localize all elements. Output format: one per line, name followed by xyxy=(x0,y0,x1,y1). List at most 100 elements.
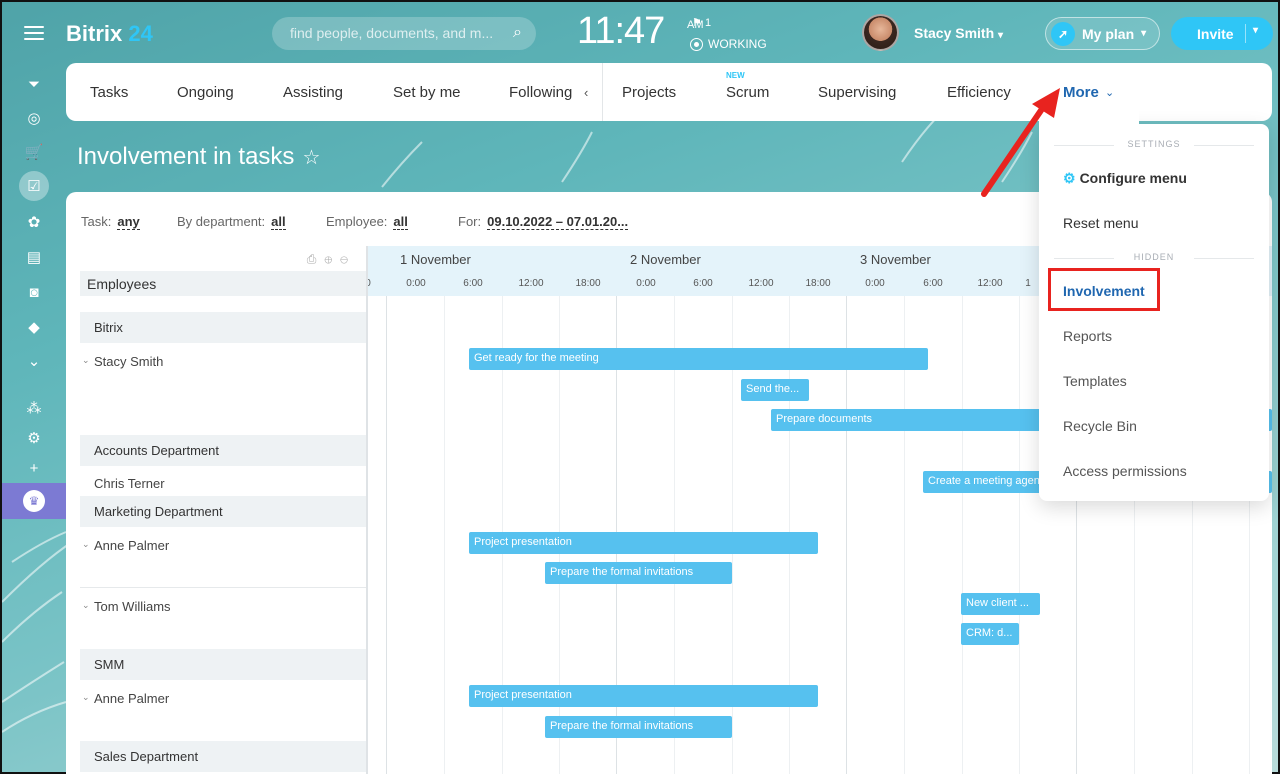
search-input[interactable]: find people, documents, and m... ⌕ xyxy=(272,17,536,50)
tab-ongoing[interactable]: Ongoing xyxy=(177,84,234,101)
employee-row[interactable]: ⌄ Anne Palmer xyxy=(80,691,169,706)
filter-task-value[interactable]: any xyxy=(117,214,140,230)
task-bar[interactable]: Prepare the formal invitations xyxy=(545,716,732,738)
menu-item-templates[interactable]: Templates xyxy=(1063,373,1127,389)
filter-employee[interactable]: Employee: all xyxy=(326,214,408,230)
department-row: Accounts Department xyxy=(80,435,366,466)
filter-period[interactable]: For: 09.10.2022 – 07.01.20... xyxy=(458,214,629,230)
menu-item-access-permissions[interactable]: Access permissions xyxy=(1063,463,1187,479)
clock-time: 11:47 xyxy=(577,10,665,52)
contact-card-icon[interactable]: ▤ xyxy=(22,245,46,269)
reset-menu-item[interactable]: Reset menu xyxy=(1063,215,1138,231)
sitemap-icon[interactable]: ⁂ xyxy=(22,396,46,420)
employee-row[interactable]: ⌄ Anne Palmer xyxy=(80,538,169,553)
left-rail: ⏷ ◎ 🛒 ☑ ✿ ▤ ◙ ◆ ⌄ ⁂ ⚙ + ♛ xyxy=(2,2,66,774)
task-bar[interactable]: Get ready for the meeting xyxy=(469,348,928,370)
more-menu-dropdown: SETTINGS ⚙ Configure menu Reset menu HIDD… xyxy=(1039,124,1269,501)
tab-scrum[interactable]: NEW Scrum xyxy=(726,71,770,101)
invite-button[interactable]: Invite ▾ xyxy=(1171,17,1273,50)
employee-row[interactable]: Chris Terner xyxy=(80,476,165,491)
employees-header: Employees xyxy=(80,271,366,296)
hamburger-menu-icon[interactable] xyxy=(24,26,44,44)
hidden-section-label: HIDDEN xyxy=(1039,252,1269,262)
chevron-down-icon[interactable]: ⌄ xyxy=(82,600,90,611)
more-apps-icon[interactable]: ⌄ xyxy=(22,349,46,373)
highlight-box xyxy=(1048,268,1160,311)
tab-scrum-label: Scrum xyxy=(726,84,770,101)
chevron-down-icon: ▾ xyxy=(998,30,1004,41)
chevron-left-icon[interactable]: ‹ xyxy=(584,85,588,100)
cart-icon[interactable]: 🛒 xyxy=(22,140,46,164)
page-title: Involvement in tasks ☆ xyxy=(77,143,320,171)
hour-label: 0:00 xyxy=(406,278,426,289)
employee-column: ⎙⊕⊖ Employees Bitrix ⌄ Stacy Smith Accoun… xyxy=(80,246,366,774)
rocket-icon: ➚ xyxy=(1051,21,1075,46)
menu-item-recycle-bin[interactable]: Recycle Bin xyxy=(1063,418,1137,434)
hour-label: 6:00 xyxy=(693,278,713,289)
hour-label: 0:00 xyxy=(636,278,656,289)
employee-name: Chris Terner xyxy=(94,476,165,491)
chevron-down-icon[interactable]: ▾ xyxy=(1253,25,1258,36)
plus-icon[interactable]: + xyxy=(22,456,46,480)
tasks-icon[interactable]: ☑ xyxy=(19,171,49,201)
upgrade-crown-button[interactable]: ♛ xyxy=(2,483,66,519)
my-plan-button[interactable]: ➚ My plan ▾ xyxy=(1045,17,1160,50)
filter-task[interactable]: Task: any xyxy=(81,214,140,230)
day-label: 2 November xyxy=(630,252,701,267)
my-plan-label: My plan xyxy=(1082,25,1135,42)
task-bar[interactable]: Project presentation xyxy=(469,532,818,554)
print-icon[interactable]: ⎙ xyxy=(307,252,325,266)
employee-row[interactable]: ⌄ Stacy Smith xyxy=(80,354,163,369)
avatar[interactable] xyxy=(862,14,899,51)
tab-set-by-me[interactable]: Set by me xyxy=(393,84,461,101)
tab-tasks[interactable]: Tasks xyxy=(90,84,128,101)
annotation-arrow xyxy=(981,88,1060,197)
tab-supervising[interactable]: Supervising xyxy=(818,84,896,101)
target-icon[interactable]: ◎ xyxy=(22,106,46,130)
work-status[interactable]: WORKING xyxy=(690,37,767,51)
chevron-down-icon[interactable]: ⌄ xyxy=(82,539,90,550)
clock[interactable]: 11:47 AM xyxy=(577,10,704,53)
filter-department-value[interactable]: all xyxy=(271,214,286,230)
filter-employee-value[interactable]: all xyxy=(393,214,408,230)
chevron-down-icon[interactable]: ⌄ xyxy=(82,355,90,366)
hour-label: 18:00 xyxy=(575,278,601,289)
search-icon: ⌕ xyxy=(513,24,522,41)
task-bar[interactable]: Send the... xyxy=(741,379,809,401)
logo[interactable]: Bitrix 24 xyxy=(66,21,153,47)
task-bar[interactable]: CRM: d... xyxy=(961,623,1019,645)
filter-employee-label: Employee: xyxy=(326,214,388,229)
star-icon[interactable]: ☆ xyxy=(302,147,320,169)
user-menu[interactable]: Stacy Smith ▾ xyxy=(914,25,1003,41)
crm-icon[interactable]: ✿ xyxy=(22,210,46,234)
filter-period-value[interactable]: 09.10.2022 – 07.01.20... xyxy=(487,214,629,230)
day-label: 3 November xyxy=(860,252,931,267)
gear-icon[interactable]: ⚙ xyxy=(22,426,46,450)
hour-label: 6:00 xyxy=(923,278,943,289)
work-status-label: WORKING xyxy=(708,37,767,51)
robot-icon[interactable]: ◙ xyxy=(22,280,46,304)
flag-counter[interactable]: ⚑ 1 xyxy=(692,16,711,29)
employee-row[interactable]: ⌄ Tom Williams xyxy=(80,599,171,614)
filter-icon[interactable]: ⏷ xyxy=(22,72,46,96)
filter-department[interactable]: By department: all xyxy=(177,214,286,230)
configure-menu-item[interactable]: ⚙ Configure menu xyxy=(1063,170,1187,187)
hour-label: 12:00 xyxy=(518,278,544,289)
zoom-out-icon[interactable]: ⊖ xyxy=(340,252,356,266)
zoom-in-icon[interactable]: ⊕ xyxy=(324,252,340,266)
task-bar[interactable]: Prepare the formal invitations xyxy=(545,562,732,584)
department-row: SMM xyxy=(80,649,366,680)
menu-item-reports[interactable]: Reports xyxy=(1063,328,1112,344)
task-bar[interactable]: New client ... xyxy=(961,593,1040,615)
logo-text: Bitrix xyxy=(66,21,123,46)
box-icon[interactable]: ◆ xyxy=(22,315,46,339)
page-title-text: Involvement in tasks xyxy=(77,143,295,170)
task-bar[interactable]: Project presentation xyxy=(469,685,818,707)
tab-projects[interactable]: Projects xyxy=(622,84,676,101)
filter-task-label: Task: xyxy=(81,214,112,229)
department-row: Marketing Department xyxy=(80,496,366,527)
tab-assisting[interactable]: Assisting xyxy=(283,84,343,101)
chevron-down-icon: ▾ xyxy=(1141,28,1147,39)
tab-following[interactable]: Following xyxy=(509,84,572,101)
chevron-down-icon[interactable]: ⌄ xyxy=(82,692,90,703)
